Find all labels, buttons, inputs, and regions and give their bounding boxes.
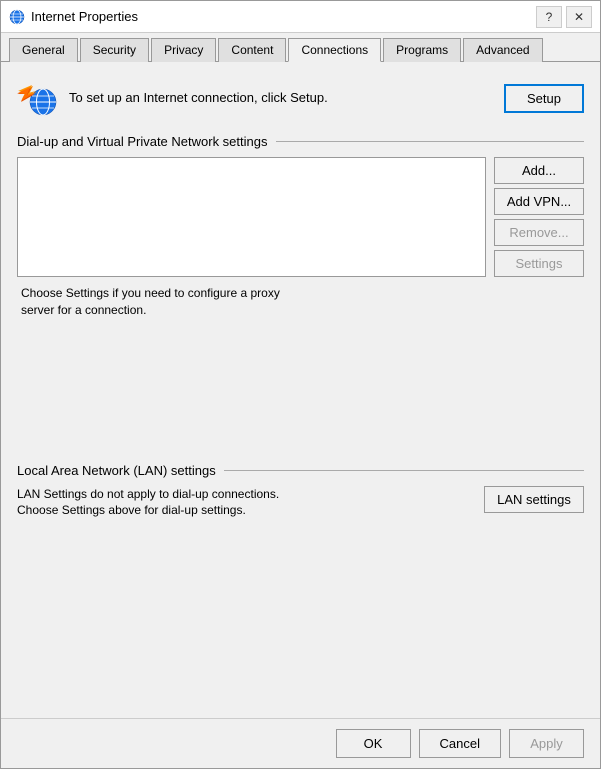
tab-content-area: To set up an Internet connection, click … <box>1 62 600 718</box>
dialup-title: Dial-up and Virtual Private Network sett… <box>17 134 268 149</box>
add-button[interactable]: Add... <box>494 157 584 184</box>
cancel-button[interactable]: Cancel <box>419 729 501 758</box>
lan-description: LAN Settings do not apply to dial-up con… <box>17 486 472 520</box>
close-button[interactable]: ✕ <box>566 6 592 28</box>
proxy-description: Choose Settings if you need to configure… <box>17 285 584 319</box>
spacer <box>17 335 584 455</box>
tabs-bar: General Security Privacy Content Connect… <box>1 33 600 62</box>
dialup-divider <box>276 141 585 142</box>
globe-icon-area <box>17 78 57 118</box>
lan-section-header: Local Area Network (LAN) settings <box>17 463 584 478</box>
vpn-list[interactable] <box>17 157 486 277</box>
setup-description: To set up an Internet connection, click … <box>69 89 492 107</box>
dialup-section-header: Dial-up and Virtual Private Network sett… <box>17 134 584 149</box>
title-bar: Internet Properties ? ✕ <box>1 1 600 33</box>
app-icon <box>9 9 25 25</box>
tab-programs[interactable]: Programs <box>383 38 461 62</box>
vpn-buttons: Add... Add VPN... Remove... Settings <box>494 157 584 277</box>
ok-button[interactable]: OK <box>336 729 411 758</box>
tab-connections[interactable]: Connections <box>288 38 381 62</box>
window-title: Internet Properties <box>31 9 536 24</box>
help-button[interactable]: ? <box>536 6 562 28</box>
tab-privacy[interactable]: Privacy <box>151 38 216 62</box>
lan-divider <box>224 470 584 471</box>
tab-security[interactable]: Security <box>80 38 149 62</box>
remove-button[interactable]: Remove... <box>494 219 584 246</box>
lan-title: Local Area Network (LAN) settings <box>17 463 216 478</box>
footer: OK Cancel Apply <box>1 718 600 768</box>
settings-button[interactable]: Settings <box>494 250 584 277</box>
internet-properties-window: Internet Properties ? ✕ General Security… <box>0 0 601 769</box>
tab-content[interactable]: Content <box>218 38 286 62</box>
tab-general[interactable]: General <box>9 38 78 62</box>
apply-button[interactable]: Apply <box>509 729 584 758</box>
tab-advanced[interactable]: Advanced <box>463 38 542 62</box>
lan-section: Local Area Network (LAN) settings LAN Se… <box>17 463 584 520</box>
title-bar-controls: ? ✕ <box>536 6 592 28</box>
lan-row: LAN Settings do not apply to dial-up con… <box>17 486 584 520</box>
vpn-area: Add... Add VPN... Remove... Settings <box>17 157 584 277</box>
setup-button[interactable]: Setup <box>504 84 584 113</box>
lan-settings-button[interactable]: LAN settings <box>484 486 584 513</box>
add-vpn-button[interactable]: Add VPN... <box>494 188 584 215</box>
setup-row: To set up an Internet connection, click … <box>17 78 584 118</box>
